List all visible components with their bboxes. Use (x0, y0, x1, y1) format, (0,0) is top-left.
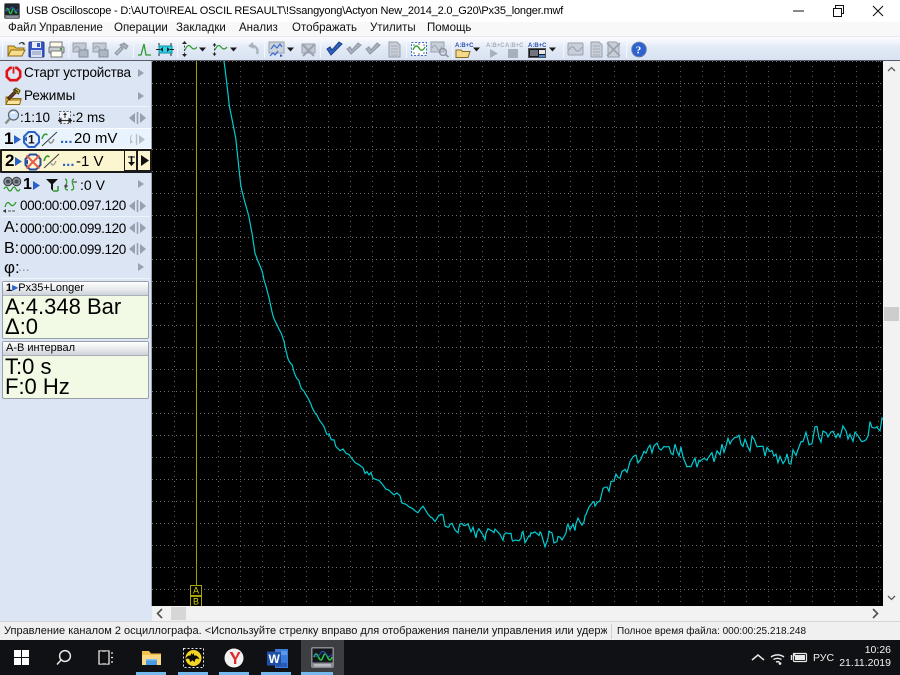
svg-text:?: ? (636, 45, 642, 57)
svg-text:A:B+C: A:B+C (486, 43, 505, 49)
svg-text:A: A (193, 586, 199, 596)
svg-text:W: W (269, 652, 281, 666)
svg-text:1: 1 (28, 133, 35, 147)
svg-text:B: B (193, 597, 199, 607)
svg-text:A:B+C: A:B+C (505, 43, 524, 49)
